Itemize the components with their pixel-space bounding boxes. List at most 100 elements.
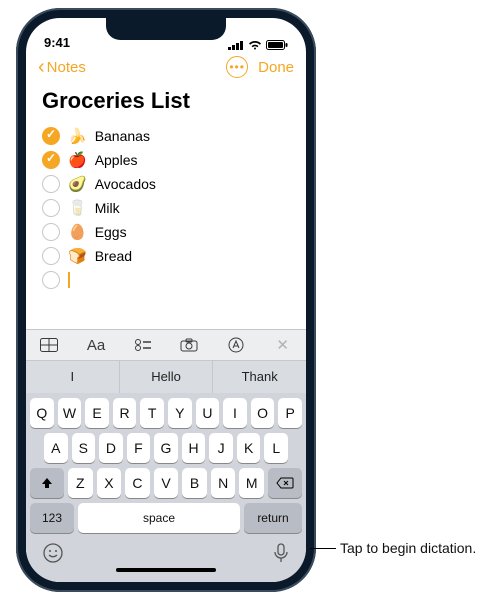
checkbox[interactable]: [42, 223, 60, 241]
checklist[interactable]: 🍌 Bananas 🍎 Apples 🥑 Avocados 🥛 Milk 🥚 Eggs 🍞 Bread: [42, 124, 290, 268]
item-label: Milk: [95, 200, 120, 216]
key-c[interactable]: C: [125, 468, 150, 498]
key-t[interactable]: T: [140, 398, 164, 428]
battery-icon: [266, 40, 288, 50]
key-row-1: QWERTYUIOP: [30, 398, 302, 428]
key-f[interactable]: F: [127, 433, 151, 463]
text-format-button[interactable]: Aa: [73, 330, 120, 360]
checklist-item[interactable]: 🥚 Eggs: [42, 220, 290, 244]
callout-line: [310, 548, 336, 549]
checklist-item[interactable]: 🥑 Avocados: [42, 172, 290, 196]
key-e[interactable]: E: [85, 398, 109, 428]
checkbox[interactable]: [42, 127, 60, 145]
key-p[interactable]: P: [278, 398, 302, 428]
item-emoji: 🥑: [68, 175, 87, 193]
annotation-callout: Tap to begin dictation.: [310, 540, 476, 556]
return-key[interactable]: return: [244, 503, 302, 533]
space-key[interactable]: space: [78, 503, 240, 533]
item-emoji: 🍞: [68, 247, 87, 265]
key-w[interactable]: W: [58, 398, 82, 428]
keyboard: QWERTYUIOP ASDFGHJKL ZXCVBNM 123 space r…: [26, 393, 306, 540]
checklist-item[interactable]: 🍌 Bananas: [42, 124, 290, 148]
key-h[interactable]: H: [182, 433, 206, 463]
key-row-4: 123 space return: [30, 503, 302, 533]
emoji-button[interactable]: [42, 542, 64, 569]
iphone-frame: 9:41 ‹ Notes ••• Done Groceries List 🍌 Ba…: [16, 8, 316, 592]
key-l[interactable]: L: [264, 433, 288, 463]
markup-icon[interactable]: [213, 330, 260, 360]
checkbox[interactable]: [42, 151, 60, 169]
checkbox[interactable]: [42, 175, 60, 193]
keyboard-bottom: [26, 540, 306, 568]
key-b[interactable]: B: [182, 468, 207, 498]
notch: [106, 18, 226, 40]
key-x[interactable]: X: [97, 468, 122, 498]
key-n[interactable]: N: [211, 468, 236, 498]
key-o[interactable]: O: [251, 398, 275, 428]
key-r[interactable]: R: [113, 398, 137, 428]
prediction-2[interactable]: Hello: [120, 361, 214, 393]
item-label: Eggs: [95, 224, 127, 240]
shift-key[interactable]: [30, 468, 64, 498]
key-y[interactable]: Y: [168, 398, 192, 428]
text-cursor: [68, 272, 70, 288]
note-title[interactable]: Groceries List: [42, 88, 290, 114]
item-label: Bread: [95, 248, 132, 264]
table-icon[interactable]: [26, 330, 73, 360]
key-d[interactable]: D: [99, 433, 123, 463]
key-j[interactable]: J: [209, 433, 233, 463]
status-time: 9:41: [44, 35, 70, 50]
chevron-left-icon: ‹: [38, 57, 45, 77]
numbers-key[interactable]: 123: [30, 503, 74, 533]
key-v[interactable]: V: [154, 468, 179, 498]
item-emoji: 🍌: [68, 127, 87, 145]
key-q[interactable]: Q: [30, 398, 54, 428]
checklist-icon[interactable]: [119, 330, 166, 360]
home-indicator-area: [26, 568, 306, 582]
wifi-icon: [248, 40, 262, 50]
checklist-item[interactable]: 🥛 Milk: [42, 196, 290, 220]
note-content[interactable]: Groceries List 🍌 Bananas 🍎 Apples 🥑 Avocados 🥛…: [26, 84, 306, 329]
checklist-item[interactable]: 🍞 Bread: [42, 244, 290, 268]
checklist-item[interactable]: 🍎 Apples: [42, 148, 290, 172]
item-emoji: 🍎: [68, 151, 87, 169]
cellular-icon: [228, 40, 244, 50]
done-button[interactable]: Done: [258, 59, 294, 76]
close-icon[interactable]: ✕: [259, 330, 306, 360]
back-button[interactable]: ‹ Notes: [38, 57, 86, 77]
key-row-3: ZXCVBNM: [30, 468, 302, 498]
predictive-bar: I Hello Thank: [26, 361, 306, 393]
keyboard-area: Aa ✕ I Hello Thank QWERTYUIOP ASDFGHJKL …: [26, 329, 306, 582]
checkbox[interactable]: [42, 247, 60, 265]
key-i[interactable]: I: [223, 398, 247, 428]
key-s[interactable]: S: [72, 433, 96, 463]
key-m[interactable]: M: [239, 468, 264, 498]
checkbox[interactable]: [42, 271, 60, 289]
key-g[interactable]: G: [154, 433, 178, 463]
screen: 9:41 ‹ Notes ••• Done Groceries List 🍌 Ba…: [26, 18, 306, 582]
more-button[interactable]: •••: [226, 56, 248, 78]
camera-icon[interactable]: [166, 330, 213, 360]
checklist-item-empty[interactable]: [42, 268, 290, 292]
prediction-3[interactable]: Thank: [213, 361, 306, 393]
nav-bar: ‹ Notes ••• Done: [26, 52, 306, 84]
status-icons: [228, 40, 288, 50]
format-bar: Aa ✕: [26, 329, 306, 361]
home-indicator[interactable]: [116, 568, 216, 572]
item-label: Apples: [95, 152, 138, 168]
key-row-2: ASDFGHJKL: [30, 433, 302, 463]
key-z[interactable]: Z: [68, 468, 93, 498]
item-emoji: 🥚: [68, 223, 87, 241]
key-a[interactable]: A: [44, 433, 68, 463]
dictation-button[interactable]: [272, 542, 290, 569]
prediction-1[interactable]: I: [26, 361, 120, 393]
backspace-key[interactable]: [268, 468, 302, 498]
item-emoji: 🥛: [68, 199, 87, 217]
key-k[interactable]: K: [237, 433, 261, 463]
back-label: Notes: [47, 59, 86, 76]
checkbox[interactable]: [42, 199, 60, 217]
item-label: Avocados: [95, 176, 156, 192]
item-label: Bananas: [95, 128, 150, 144]
key-u[interactable]: U: [196, 398, 220, 428]
callout-text: Tap to begin dictation.: [340, 540, 476, 556]
